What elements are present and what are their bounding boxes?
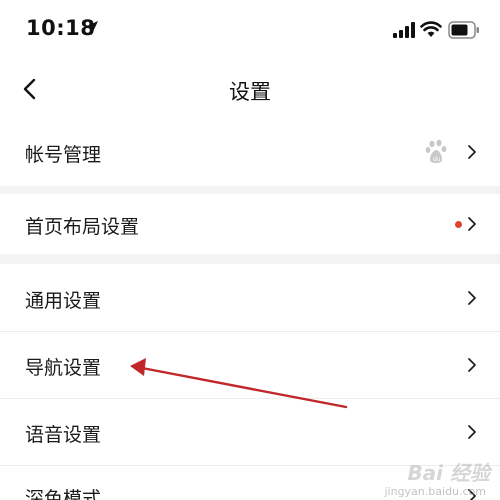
svg-text:du: du: [433, 156, 441, 163]
section-separator: [0, 186, 500, 194]
status-bar: 10:18: [0, 0, 500, 60]
page-title: 设置: [229, 80, 271, 104]
row-label-dark-mode: 深色模式: [25, 488, 102, 500]
wifi-icon: [420, 21, 442, 37]
row-label-general: 通用设置: [25, 290, 102, 312]
red-dot-badge: [455, 221, 462, 228]
settings-row-home-layout[interactable]: 首页布局设置: [0, 194, 500, 254]
chevron-right-icon: [468, 358, 476, 372]
chevron-right-icon: [468, 291, 476, 305]
settings-row-navigation[interactable]: 导航设置: [0, 332, 500, 398]
location-arrow-icon: [84, 21, 98, 35]
watermark-logo: Bai 经验: [407, 461, 490, 485]
chevron-right-icon: [468, 425, 476, 439]
watermark-url: jingyan.baidu.com: [384, 485, 486, 498]
row-label-navigation: 导航设置: [25, 357, 102, 379]
baidu-paw-avatar-icon: du: [425, 139, 447, 163]
row-label-voice: 语音设置: [25, 424, 102, 446]
row-label-account: 帐号管理: [25, 144, 102, 166]
chevron-right-icon: [468, 217, 476, 231]
settings-row-account[interactable]: 帐号管理 du: [0, 118, 500, 186]
cellular-signal-icon: [393, 22, 415, 38]
battery-icon: [448, 21, 479, 39]
settings-row-general[interactable]: 通用设置: [0, 264, 500, 332]
section-separator: [0, 254, 500, 264]
chevron-right-icon: [468, 145, 476, 159]
row-label-home-layout: 首页布局设置: [25, 216, 140, 238]
settings-row-voice[interactable]: 语音设置: [0, 399, 500, 465]
navigation-bar: 设置: [0, 62, 500, 118]
